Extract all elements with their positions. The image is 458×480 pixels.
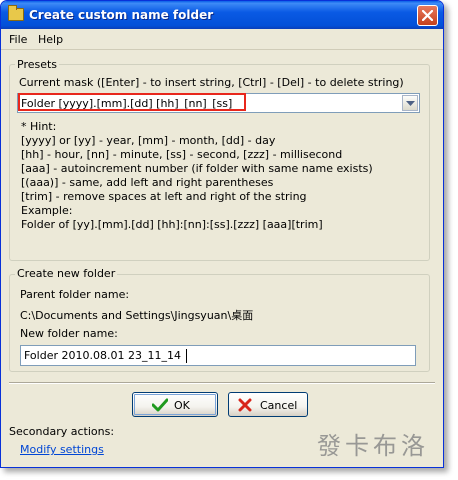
- secondary-actions-label: Secondary actions:: [9, 425, 115, 438]
- new-folder-name-label: New folder name:: [20, 327, 118, 340]
- hint-line: [hh] - hour, [nn] - minute, [ss] - secon…: [21, 148, 343, 161]
- chevron-down-icon: [406, 101, 415, 106]
- mask-label: Current mask ([Enter] - to insert string…: [19, 76, 404, 89]
- close-button[interactable]: [417, 5, 438, 26]
- ok-button[interactable]: OK: [132, 392, 218, 417]
- new-folder-name-input[interactable]: Folder 2010.08.01 23_11_14: [20, 345, 416, 366]
- menu-file[interactable]: File: [9, 33, 27, 46]
- checkmark-icon: [152, 398, 168, 412]
- text-caret: [186, 349, 187, 363]
- dropdown-button[interactable]: [402, 95, 418, 111]
- new-folder-group-label: Create new folder: [15, 267, 118, 280]
- x-icon: [238, 398, 252, 412]
- folder-icon: [8, 5, 24, 21]
- hint-line: [(aaa)] - same, add left and right paren…: [21, 176, 274, 189]
- hint-line: Folder of [yy].[mm].[dd] [hh]:[nn]:[ss].…: [21, 218, 323, 231]
- parent-folder-value: C:\Documents and Settings\Jingsyuan\桌面: [20, 309, 254, 322]
- hint-line: [yyyy] or [yy] - year, [mm] - month, [dd…: [21, 134, 276, 147]
- title-bar[interactable]: Create custom name folder: [1, 1, 443, 29]
- modify-settings-link[interactable]: Modify settings: [20, 443, 104, 456]
- hint-line: Example:: [21, 204, 73, 217]
- hint-line: * Hint:: [21, 120, 57, 133]
- parent-folder-label: Parent folder name:: [20, 288, 130, 301]
- menu-bar: File Help: [1, 30, 443, 50]
- dialog-window: Create custom name folder File Help Pres…: [0, 0, 444, 468]
- new-folder-name-value: Folder 2010.08.01 23_11_14: [24, 349, 181, 362]
- cancel-button[interactable]: Cancel: [228, 392, 308, 417]
- watermark-text: 發卡布洛: [317, 432, 429, 460]
- close-icon: [422, 10, 433, 21]
- presets-group-label: Presets: [15, 58, 60, 71]
- hint-line: [trim] - remove spaces at left and right…: [21, 190, 307, 203]
- ok-label: OK: [174, 399, 190, 412]
- cancel-label: Cancel: [260, 399, 298, 412]
- menu-help[interactable]: Help: [38, 33, 63, 46]
- hint-line: [aaa] - autoincrement number (if folder …: [21, 162, 373, 175]
- mask-highlight-box: [18, 93, 246, 111]
- separator: [9, 382, 435, 384]
- window-title: Create custom name folder: [29, 8, 214, 22]
